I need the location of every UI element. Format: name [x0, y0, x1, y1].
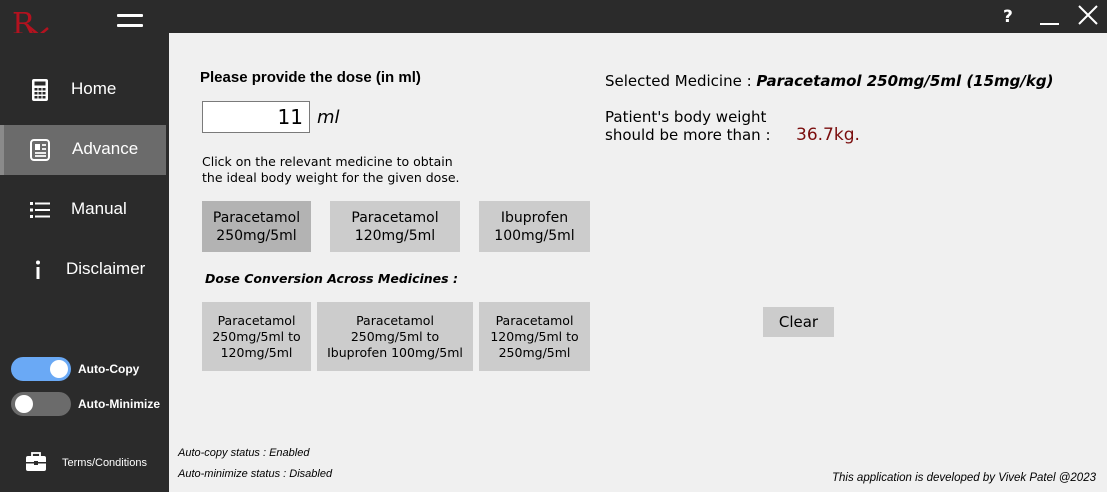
terms-label: Terms/Conditions	[62, 457, 147, 469]
auto-minimize-toggle[interactable]	[11, 392, 71, 416]
help-button[interactable]: ?	[1003, 7, 1013, 27]
sidebar-item-label: Home	[71, 79, 117, 98]
developer-credit: This application is developed by Vivek P…	[832, 472, 1096, 484]
convert-250-to-ibuprofen-button[interactable]: Paracetamol 250mg/5ml to Ibuprofen 100mg…	[317, 302, 473, 371]
auto-minimize-label: Auto-Minimize	[78, 397, 160, 411]
sidebar-item-advance[interactable]: Advance	[0, 125, 166, 175]
medicine-paracetamol-120-button[interactable]: Paracetamol 120mg/5ml	[330, 201, 460, 252]
auto-copy-toggle[interactable]	[11, 357, 71, 381]
sidebar-item-disclaimer[interactable]: Disclaimer	[0, 245, 166, 295]
conversion-heading: Dose Conversion Across Medicines :	[205, 271, 458, 286]
auto-copy-label: Auto-Copy	[78, 362, 140, 376]
medicine-paracetamol-250-button[interactable]: Paracetamol 250mg/5ml	[202, 201, 311, 252]
instruction-text: Click on the relevant medicine to obtain…	[202, 154, 502, 186]
document-icon	[30, 139, 50, 161]
minimize-button[interactable]	[1040, 7, 1059, 25]
convert-120-to-250-button[interactable]: Paracetamol 120mg/5ml to 250mg/5ml	[479, 302, 590, 371]
sidebar-item-label: Disclaimer	[66, 259, 146, 278]
auto-copy-status: Auto-copy status : Enabled	[178, 447, 310, 459]
medicine-ibuprofen-100-button[interactable]: Ibuprofen 100mg/5ml	[479, 201, 590, 252]
main-panel: Please provide the dose (in ml) ml Click…	[169, 33, 1107, 492]
instruction-line: Click on the relevant medicine to obtain	[202, 154, 453, 169]
sidebar-item-manual[interactable]: Manual	[0, 185, 166, 235]
calculator-icon	[32, 79, 48, 101]
instruction-line: the ideal body weight for the given dose…	[202, 170, 460, 185]
close-button[interactable]	[1077, 4, 1099, 26]
dose-label: Please provide the dose (in ml)	[200, 69, 421, 86]
convert-250-to-120-button[interactable]: Paracetamol 250mg/5ml to 120mg/5ml	[202, 302, 311, 371]
dose-unit: ml	[317, 107, 340, 128]
toggle-knob	[15, 395, 33, 413]
sidebar-item-home[interactable]: Home	[0, 65, 166, 115]
sidebar: Home Advance Manual Disclaimer Auto-Copy	[0, 33, 169, 492]
clear-button[interactable]: Clear	[763, 307, 834, 337]
close-icon	[1078, 5, 1098, 25]
body-weight-text: Patient's body weight should be more tha…	[605, 108, 771, 144]
body-weight-value: 36.7kg.	[796, 125, 860, 145]
dose-input[interactable]	[202, 101, 310, 133]
selected-medicine-line: Selected Medicine : Paracetamol 250mg/5m…	[605, 72, 1053, 90]
toggle-knob	[50, 360, 68, 378]
body-weight-line: Patient's body weight	[605, 108, 767, 126]
list-icon	[30, 202, 50, 218]
sidebar-item-label: Advance	[72, 139, 139, 158]
briefcase-icon	[26, 452, 46, 471]
body-weight-line: should be more than :	[605, 126, 771, 144]
selected-medicine-prefix: Selected Medicine :	[605, 72, 757, 90]
selected-medicine-name: Paracetamol 250mg/5ml (15mg/kg)	[756, 72, 1054, 90]
title-bar: R ?	[0, 0, 1107, 45]
terms-conditions-link[interactable]: Terms/Conditions	[25, 451, 165, 475]
auto-minimize-status: Auto-minimize status : Disabled	[178, 468, 333, 480]
sidebar-item-label: Manual	[71, 199, 127, 218]
info-icon	[36, 260, 40, 279]
